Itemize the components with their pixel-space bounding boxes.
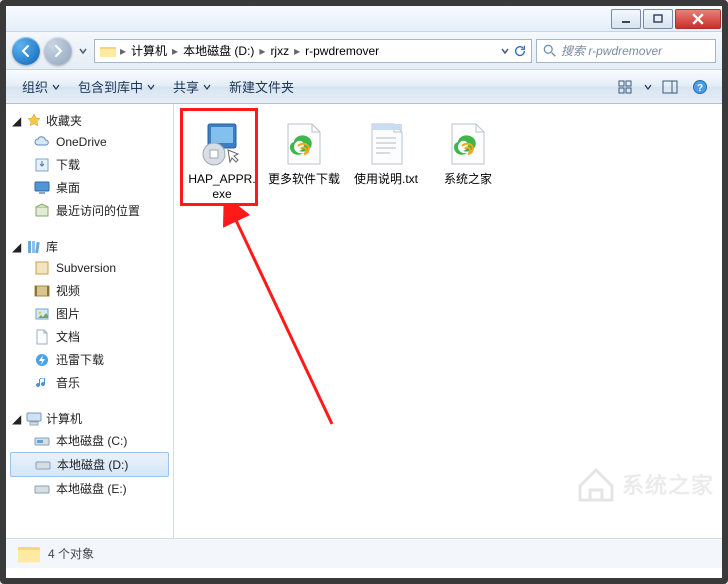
explorer-window: ▸ 计算机 ▸ 本地磁盘 (D:) ▸ rjxz ▸ r-pwdremover … [0,0,728,584]
music-icon [34,375,50,391]
file-label: 使用说明.txt [350,172,422,187]
subversion-icon [34,260,50,276]
address-bar[interactable]: ▸ 计算机 ▸ 本地磁盘 (D:) ▸ rjxz ▸ r-pwdremover [94,39,532,63]
chevron-down-icon [147,83,155,91]
chevron-right-icon: ▸ [258,44,266,58]
sidebar-item-videos[interactable]: 视频 [6,279,173,302]
folder-icon [16,543,38,565]
sidebar-item-recent[interactable]: 最近访问的位置 [6,199,173,222]
titlebar [6,6,722,32]
file-list[interactable]: HAP_APPR.exe 更多软件下载 [174,104,722,538]
sidebar-item-downloads[interactable]: 下载 [6,153,173,176]
favorites-header[interactable]: ◢ 收藏夹 [6,110,173,131]
chevron-down-icon[interactable] [644,83,652,91]
toolbar: 组织 包含到库中 共享 新建文件夹 ? [6,70,722,104]
folder-icon [99,43,117,59]
txt-icon [362,120,410,168]
close-button[interactable] [675,9,721,29]
drive-icon [34,433,50,449]
drive-icon [34,481,50,497]
sidebar-item-drive-e[interactable]: 本地磁盘 (E:) [6,477,173,500]
download-icon [34,157,50,173]
sidebar-item-desktop[interactable]: 桌面 [6,176,173,199]
chevron-down-icon[interactable] [501,47,509,55]
file-item[interactable]: 更多软件下载 [268,120,340,202]
maximize-button[interactable] [643,9,673,29]
history-dropdown[interactable] [76,47,90,55]
recent-places-icon [34,203,50,219]
libraries-header[interactable]: ◢ 库 [6,236,173,257]
computer-icon [26,411,42,427]
minimize-button[interactable] [611,9,641,29]
chevron-right-icon: ▸ [171,44,179,58]
search-input[interactable]: 搜索 r-pwdremover [536,39,716,63]
chevron-right-icon: ▸ [119,44,127,58]
sidebar-item-drive-d[interactable]: 本地磁盘 (D:) [10,452,169,477]
crumb-folder1[interactable]: rjxz [268,44,291,58]
crumb-folder2[interactable]: r-pwdremover [303,44,381,58]
sidebar-item-pictures[interactable]: 图片 [6,302,173,325]
document-icon [34,329,50,345]
pictures-icon [34,306,50,322]
file-item[interactable]: 使用说明.txt [350,120,422,202]
status-text: 4 个对象 [48,545,94,562]
view-mode-button[interactable] [614,76,638,98]
forward-button[interactable] [44,37,72,65]
library-icon [26,239,42,255]
chevron-right-icon: ▸ [293,44,301,58]
main-pane: ◢ 收藏夹 OneDrive 下载 桌面 最近 [6,104,722,538]
organize-menu[interactable]: 组织 [16,77,66,96]
drive-icon [35,457,51,473]
star-icon [26,113,42,129]
sidebar-item-subversion[interactable]: Subversion [6,257,173,279]
computer-header[interactable]: ◢ 计算机 [6,408,173,429]
include-library-menu[interactable]: 包含到库中 [72,77,161,96]
preview-pane-button[interactable] [658,76,682,98]
refresh-icon[interactable] [513,44,527,58]
tree-collapse-icon: ◢ [12,114,22,128]
exe-icon [198,120,246,168]
annotation-arrow-icon [222,204,342,434]
status-bar: 4 个对象 [6,538,722,568]
sidebar-item-music[interactable]: 音乐 [6,371,173,394]
watermark: 系统之家 [576,464,714,504]
share-menu[interactable]: 共享 [167,77,217,96]
sidebar-item-drive-c[interactable]: 本地磁盘 (C:) [6,429,173,452]
tree-collapse-icon: ◢ [12,412,22,426]
url-icon [444,120,492,168]
video-icon [34,283,50,299]
cloud-icon [34,134,50,150]
libraries-section: ◢ 库 Subversion 视频 图片 文档 [6,236,173,394]
svg-text:?: ? [697,83,703,94]
file-label: HAP_APPR.exe [186,172,258,202]
favorites-section: ◢ 收藏夹 OneDrive 下载 桌面 最近 [6,110,173,222]
file-item[interactable]: 系统之家 [432,120,504,202]
tree-collapse-icon: ◢ [12,240,22,254]
search-placeholder: 搜索 r-pwdremover [561,42,662,59]
sidebar: ◢ 收藏夹 OneDrive 下载 桌面 最近 [6,104,174,538]
file-item[interactable]: HAP_APPR.exe [186,120,258,202]
sidebar-item-xunlei[interactable]: 迅雷下载 [6,348,173,371]
computer-section: ◢ 计算机 本地磁盘 (C:) 本地磁盘 (D:) 本地磁盘 (E:) [6,408,173,500]
new-folder-button[interactable]: 新建文件夹 [223,77,300,96]
crumb-computer[interactable]: 计算机 [129,42,169,59]
file-label: 系统之家 [432,172,504,187]
help-button[interactable]: ? [688,76,712,98]
crumb-drive[interactable]: 本地磁盘 (D:) [181,42,256,59]
navbar: ▸ 计算机 ▸ 本地磁盘 (D:) ▸ rjxz ▸ r-pwdremover … [6,32,722,70]
file-label: 更多软件下载 [268,172,340,187]
back-button[interactable] [12,37,40,65]
chevron-down-icon [203,83,211,91]
search-icon [543,44,557,58]
sidebar-item-onedrive[interactable]: OneDrive [6,131,173,153]
sidebar-item-documents[interactable]: 文档 [6,325,173,348]
url-icon [280,120,328,168]
desktop-icon [34,180,50,196]
chevron-down-icon [52,83,60,91]
thunder-icon [34,352,50,368]
